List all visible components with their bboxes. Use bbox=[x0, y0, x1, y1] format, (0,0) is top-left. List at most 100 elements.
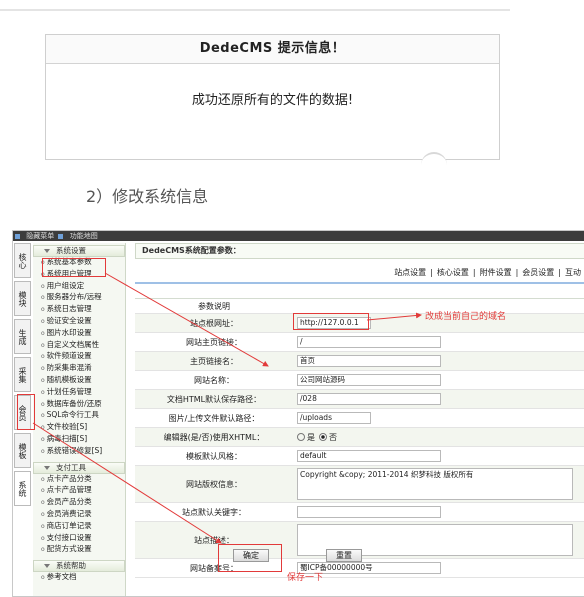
form-label: 图片/上传文件默认路径： bbox=[168, 413, 260, 423]
config-tab[interactable]: 会员设置 bbox=[522, 268, 554, 277]
form-value: default bbox=[293, 448, 584, 464]
vertical-tab-bar: 核心 模块 生成 采集 会员 模板 系统 bbox=[14, 243, 32, 509]
form-row: 编辑器(是/否)使用XHTML： 是否 bbox=[135, 428, 584, 447]
admin-screenshot: 隐藏菜单 功能地图 核心模块生成采集会员模板系统 系统设置 系统基本参数系统用户… bbox=[12, 230, 584, 597]
form-row: 网站主页链接： / bbox=[135, 333, 584, 352]
text-input[interactable]: /028 bbox=[297, 393, 441, 405]
radio-icon[interactable] bbox=[319, 433, 327, 441]
admin-topbar: 隐藏菜单 功能地图 bbox=[13, 231, 584, 241]
hide-menu-link[interactable]: 隐藏菜单 bbox=[26, 232, 54, 240]
form-label: 站点默认关键字： bbox=[182, 507, 246, 517]
menu-item[interactable]: 系统日志管理 bbox=[33, 304, 125, 316]
form-label: 网站主页链接： bbox=[186, 337, 242, 347]
menu-item[interactable]: 点卡产品分类 bbox=[33, 474, 125, 486]
form-label: 主页链接名： bbox=[190, 356, 238, 366]
annotation-save: 保存一下 bbox=[287, 573, 324, 583]
menu-item[interactable]: 服务器分布/远程 bbox=[33, 292, 125, 304]
menu-item[interactable]: 数据库备份/还原 bbox=[33, 399, 125, 411]
menu-header-pay[interactable]: 支付工具 bbox=[33, 461, 125, 474]
step-caption: 2）修改系统信息 bbox=[86, 187, 209, 206]
annotation-domain: 改成当前自己的域名 bbox=[425, 312, 507, 322]
menu-header-help[interactable]: 系统帮助 bbox=[33, 560, 125, 573]
menu-item[interactable]: 病毒扫描[S] bbox=[33, 434, 125, 446]
map-icon bbox=[58, 233, 64, 239]
menu-item[interactable]: 随机模板设置 bbox=[33, 375, 125, 387]
form-value: Copyright &copy; 2011-2014 织梦科技 版权所有 bbox=[293, 466, 584, 502]
menu-item[interactable]: 自定义文档属性 bbox=[33, 340, 125, 352]
form-value: 是否 bbox=[293, 430, 584, 445]
config-tab[interactable]: 站点设置 bbox=[394, 268, 426, 277]
menu-item[interactable]: 会员消费记录 bbox=[33, 509, 125, 521]
radio-icon[interactable] bbox=[297, 433, 305, 441]
menu-item[interactable]: 点卡产品管理 bbox=[33, 485, 125, 497]
form-label: 站点根网址： bbox=[190, 318, 238, 328]
form-row: 站点默认关键字： bbox=[135, 503, 584, 522]
form-label: 网站版权信息： bbox=[186, 479, 242, 489]
config-tab[interactable]: 核心设置 bbox=[437, 268, 469, 277]
form-label: 编辑器(是/否)使用XHTML： bbox=[163, 432, 265, 442]
text-input[interactable]: /uploads bbox=[297, 412, 371, 424]
config-panel: DedeCMS系统配置参数： 站点设置 | 核心设置 | 附件设置 | 会员设置 | 互动 参数… bbox=[135, 243, 584, 593]
dialog-title: DedeCMS 提示信息！ bbox=[46, 35, 499, 64]
tab-separator: | bbox=[558, 268, 561, 277]
config-tab[interactable]: 附件设置 bbox=[480, 268, 512, 277]
menu-item[interactable]: 计划任务管理 bbox=[33, 387, 125, 399]
menu-item[interactable]: 文件校验[S] bbox=[33, 422, 125, 434]
form-row: 网站名称： 公司网站源码 bbox=[135, 371, 584, 390]
menu-item[interactable]: 参考文档 bbox=[33, 572, 125, 584]
menu-item[interactable]: 图片水印设置 bbox=[33, 328, 125, 340]
top-divider bbox=[0, 9, 510, 11]
text-input[interactable] bbox=[297, 506, 441, 518]
form-row: 文档HTML默认保存路径： /028 bbox=[135, 390, 584, 409]
vertical-tab[interactable]: 生成 bbox=[14, 319, 31, 354]
config-title: DedeCMS系统配置参数： bbox=[135, 243, 584, 259]
function-map-link[interactable]: 功能地图 bbox=[70, 232, 98, 240]
text-input[interactable]: / bbox=[297, 336, 441, 348]
text-input[interactable]: 公司网站源码 bbox=[297, 374, 441, 386]
form-value bbox=[293, 504, 584, 520]
sidebar-menu: 系统设置 系统基本参数系统用户管理用户组设定服务器分布/远程系统日志管理验证安全… bbox=[33, 243, 126, 596]
tab-underline bbox=[135, 282, 584, 284]
menu-header-system[interactable]: 系统设置 bbox=[33, 245, 125, 257]
tab-separator: | bbox=[515, 268, 519, 277]
menu-item[interactable]: 系统错误修复[S] bbox=[33, 446, 125, 458]
highlight-domain-field bbox=[293, 313, 369, 330]
form-value: 公司网站源码 bbox=[293, 372, 584, 388]
menu-item[interactable]: SQL命令行工具 bbox=[33, 410, 125, 422]
form-label: 文档HTML默认保存路径： bbox=[166, 394, 262, 404]
vertical-tab[interactable]: 系统 bbox=[14, 471, 31, 506]
form-value: 蜀ICP备00000000号 bbox=[293, 560, 584, 576]
form-value: 首页 bbox=[293, 353, 584, 369]
vertical-tab[interactable]: 模块 bbox=[14, 281, 31, 316]
dialog-message: 成功还原所有的文件的数据! bbox=[191, 93, 354, 108]
tab-separator: | bbox=[430, 268, 433, 277]
menu-item[interactable]: 支付接口设置 bbox=[33, 533, 125, 545]
menu-icon bbox=[15, 233, 20, 239]
help-menu-list: 参考文档 bbox=[33, 572, 125, 584]
reset-button[interactable]: 重置 bbox=[326, 549, 362, 562]
text-input[interactable]: 首页 bbox=[297, 355, 441, 367]
form-header-row: 参数说明 bbox=[135, 299, 584, 314]
menu-item[interactable]: 商店订单记录 bbox=[33, 521, 125, 533]
menu-item[interactable]: 软件频道设置 bbox=[33, 351, 125, 363]
menu-item[interactable]: 防采集串混淆 bbox=[33, 363, 125, 375]
textarea-field[interactable]: Copyright &copy; 2011-2014 织梦科技 版权所有 bbox=[297, 468, 573, 500]
vertical-tab[interactable]: 模板 bbox=[14, 433, 31, 468]
highlight-confirm bbox=[218, 544, 282, 572]
config-tab[interactable]: 互动 bbox=[565, 268, 581, 277]
form-row: 图片/上传文件默认路径： /uploads bbox=[135, 409, 584, 428]
menu-item[interactable]: 验证安全设置 bbox=[33, 316, 125, 328]
form-value: / bbox=[293, 334, 584, 350]
vertical-tab[interactable]: 采集 bbox=[14, 357, 31, 392]
message-dialog: DedeCMS 提示信息！ 成功还原所有的文件的数据! bbox=[45, 34, 500, 160]
menu-item[interactable]: 配货方式设置 bbox=[33, 544, 125, 556]
menu-item[interactable]: 会员产品分类 bbox=[33, 497, 125, 509]
menu-item[interactable]: 用户组设定 bbox=[33, 281, 125, 293]
tab-separator: | bbox=[472, 268, 476, 277]
form-value: /028 bbox=[293, 391, 584, 407]
vertical-tab[interactable]: 核心 bbox=[14, 243, 31, 278]
form-row: 网站版权信息： Copyright &copy; 2011-2014 织梦科技 版… bbox=[135, 466, 584, 503]
text-input[interactable]: default bbox=[297, 450, 441, 462]
system-menu-list: 系统基本参数系统用户管理用户组设定服务器分布/远程系统日志管理验证安全设置图片水… bbox=[33, 257, 125, 458]
form-label: 网站名称： bbox=[194, 375, 234, 385]
